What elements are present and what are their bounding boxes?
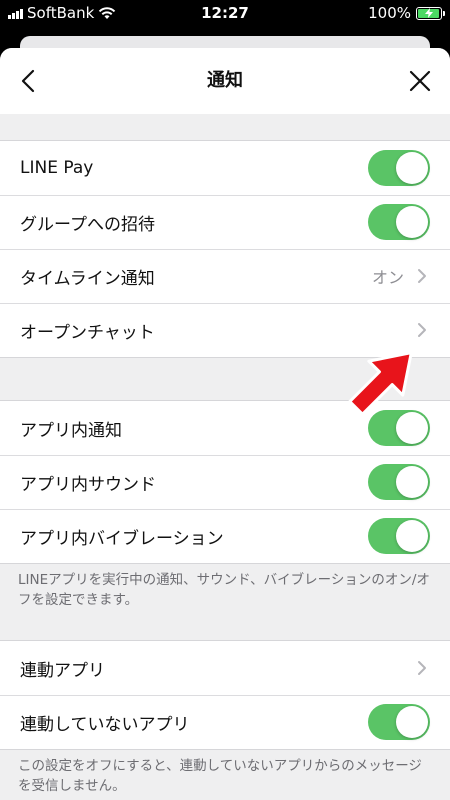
toggle-knob xyxy=(396,152,428,184)
settings-row: アプリ内バイブレーション xyxy=(0,509,450,563)
toggle-switch[interactable] xyxy=(368,204,430,240)
settings-row: アプリ内サウンド xyxy=(0,455,450,509)
settings-row: LINE Pay xyxy=(0,141,450,195)
settings-row[interactable]: タイムライン通知 オン xyxy=(0,249,450,303)
settings-row: 連動していないアプリ xyxy=(0,695,450,749)
linked-apps-footnote: この設定をオフにすると、連動していないアプリからのメッセージを受信しません。 xyxy=(18,758,422,794)
settings-row: グループへの招待 xyxy=(0,195,450,249)
settings-row-label: アプリ内サウンド xyxy=(20,474,156,495)
settings-row-label: 連動アプリ xyxy=(20,660,105,681)
section-gap xyxy=(0,114,450,140)
toggle-switch[interactable] xyxy=(368,464,430,500)
settings-row-label: グループへの招待 xyxy=(20,214,155,235)
toggle-knob xyxy=(396,206,428,238)
group-linked-apps: 連動アプリ連動していないアプリ xyxy=(0,640,450,750)
settings-row-label: アプリ内通知 xyxy=(20,420,122,441)
settings-row-label: LINE Pay xyxy=(20,158,94,178)
page-title: 通知 xyxy=(207,70,243,91)
group-notifications: LINE Pay グループへの招待 タイムライン通知 オン オープンチャット xyxy=(0,140,450,358)
status-bar: SoftBank 12:27 100% xyxy=(0,0,450,28)
toggle-switch[interactable] xyxy=(368,518,430,554)
settings-row-label: アプリ内バイブレーション xyxy=(20,528,224,549)
toggle-switch[interactable] xyxy=(368,150,430,186)
status-right: 100% xyxy=(368,4,445,22)
settings-row-label: 連動していないアプリ xyxy=(20,714,190,735)
toggle-knob xyxy=(396,706,428,738)
settings-row-label: タイムライン通知 xyxy=(20,268,155,289)
chevron-right-icon xyxy=(412,658,432,678)
chevron-right-icon xyxy=(412,266,432,286)
red-arrow-icon xyxy=(348,351,413,416)
in-app-footnote: LINEアプリを実行中の通知、サウンド、バイブレーションのオン/オフを設定できま… xyxy=(18,572,430,608)
close-button[interactable] xyxy=(404,65,436,97)
toggle-switch[interactable] xyxy=(368,704,430,740)
bolt-icon xyxy=(425,8,433,18)
settings-row-value: オン xyxy=(371,268,404,287)
navbar: 通知 xyxy=(0,48,450,114)
toggle-knob xyxy=(396,520,428,552)
battery-charging-icon xyxy=(416,6,445,20)
toggle-knob xyxy=(396,466,428,498)
settings-row[interactable]: 連動アプリ xyxy=(0,641,450,695)
battery-percent: 100% xyxy=(368,4,411,22)
close-icon xyxy=(409,70,431,92)
